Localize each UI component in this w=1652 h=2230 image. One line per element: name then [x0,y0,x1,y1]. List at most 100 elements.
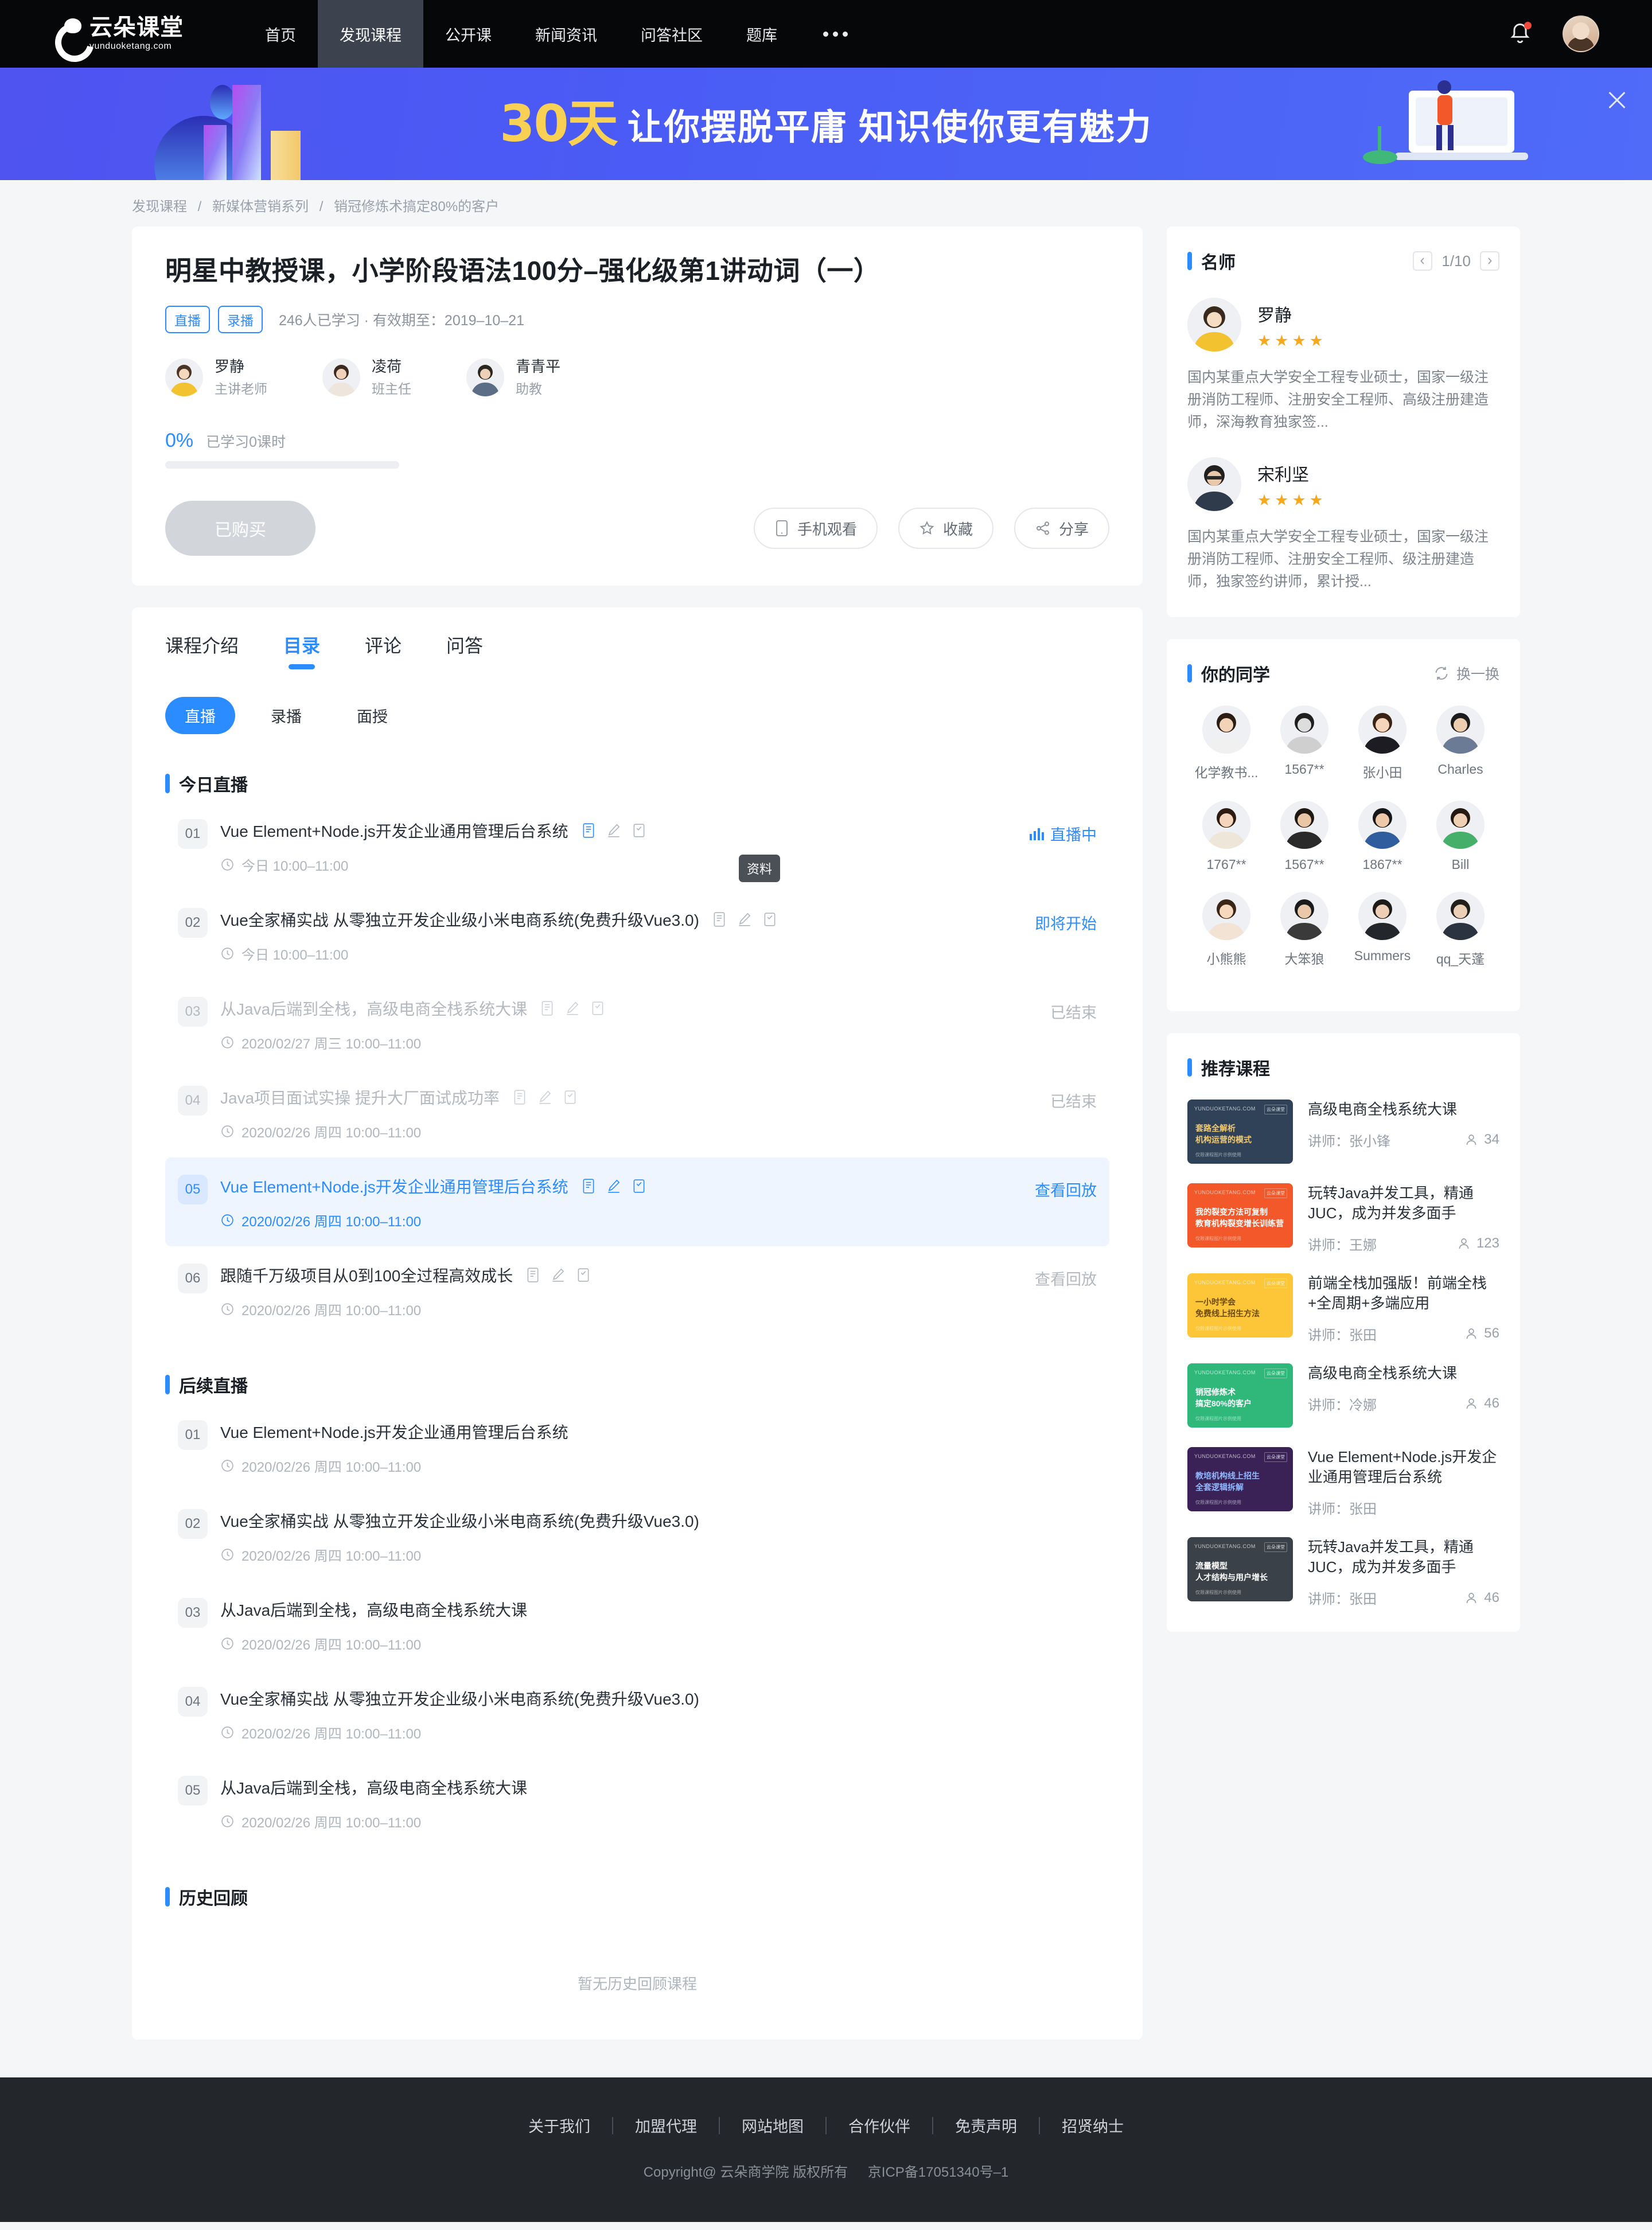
lesson-row[interactable]: 05 Vue Element+Node.js开发企业通用管理后台系统 2020/… [165,1157,1109,1247]
classmate-item[interactable]: Bill [1421,800,1499,872]
nav-item-qa-community[interactable]: 问答社区 [619,0,724,68]
classmate-item[interactable]: 1767** [1187,800,1265,872]
clock-icon [221,859,233,871]
footer-link[interactable]: 招贤纳士 [1040,2114,1146,2137]
classmate-item[interactable]: 1567** [1265,705,1343,781]
pen-icon[interactable] [737,911,752,927]
footer-link[interactable]: 加盟代理 [613,2114,719,2137]
lesson-title: 从Java后端到全栈，高级电商全栈系统大课 [220,1779,528,1798]
recommended-course-item[interactable]: YUNDUOKETANG.COM 云朵课堂 销冠修炼术 搞定80%的客户 仅限课… [1187,1363,1499,1428]
classmate-item[interactable]: 小熊熊 [1187,891,1265,968]
subtab-live[interactable]: 直播 [165,697,235,735]
doc-icon[interactable] [581,1178,596,1194]
close-icon[interactable] [1604,87,1630,114]
classmate-item[interactable]: Summers [1343,891,1421,968]
footer-link[interactable]: 网站地图 [720,2114,825,2137]
lesson-row[interactable]: 03 从Java后端到全栈，高级电商全栈系统大课 2020/02/26 周四 1… [165,1581,1109,1670]
tab-course-intro[interactable]: 课程介绍 [165,631,239,670]
favorite-button[interactable]: 收藏 [898,508,993,549]
promo-banner[interactable]: 30天 让你摆脱平庸 知识使你更有魅力 [0,68,1652,180]
lesson-time-label: 2020/02/27 周三 10:00–11:00 [241,1036,422,1052]
lesson-row[interactable]: 02 Vue全家桶实战 从零独立开发企业级小米电商系统(免费升级Vue3.0) … [165,1492,1109,1581]
course-thumbnail: YUNDUOKETANG.COM 云朵课堂 教培机构线上招生 全套逻辑拆解 仅限… [1187,1447,1293,1511]
breadcrumb-item-1[interactable]: 新媒体营销系列 [212,199,309,215]
breadcrumb-item-0[interactable]: 发现课程 [132,199,187,215]
clock-icon [221,1460,233,1472]
teacher-name: 青青平 [516,357,561,375]
footer-link[interactable]: 免责声明 [933,2114,1039,2137]
classmate-item[interactable]: 化学教书... [1187,705,1265,781]
tab-comments[interactable]: 评论 [365,631,402,670]
footer-link[interactable]: 关于我们 [506,2114,612,2137]
recommended-course-item[interactable]: YUNDUOKETANG.COM 云朵课堂 我的裂变方法可复制 教育机构裂变增长… [1187,1183,1499,1254]
classmate-item[interactable]: Charles [1421,705,1499,781]
doc-icon[interactable] [581,822,596,839]
nav-item-home[interactable]: 首页 [243,0,318,68]
lesson-row[interactable]: 05 从Java后端到全栈，高级电商全栈系统大课 2020/02/26 周四 1… [165,1759,1109,1847]
pen-icon[interactable] [537,1089,552,1105]
lesson-status[interactable]: 直播中 [1028,819,1097,845]
note-icon[interactable] [590,1000,605,1016]
lesson-row[interactable]: 03 从Java后端到全栈，高级电商全栈系统大课 2020/02/27 周三 1… [165,980,1109,1069]
footer-copyright: Copyright@ 云朵商学院 版权所有 京ICP备17051340号–1 [0,2161,1652,2181]
classmate-item[interactable]: 1567** [1265,800,1343,872]
nav-item-discover-courses[interactable]: 发现课程 [318,0,423,68]
classmate-item[interactable]: qq_天蓬 [1421,891,1499,968]
site-logo[interactable]: 云朵课堂 yunduoketang.com [52,15,184,53]
lesson-status[interactable]: 即将开始 [1035,908,1097,934]
teacher-item[interactable]: 凌荷 班主任 [322,357,411,398]
tab-catalog[interactable]: 目录 [283,631,320,670]
recommended-course-item[interactable]: YUNDUOKETANG.COM 云朵课堂 流量模型 人才结构与用户增长 仅限课… [1187,1537,1499,1608]
lesson-row[interactable]: 04 Vue全家桶实战 从零独立开发企业级小米电商系统(免费升级Vue3.0) … [165,1670,1109,1759]
course-thumbnail: YUNDUOKETANG.COM 云朵课堂 流量模型 人才结构与用户增长 仅限课… [1187,1537,1293,1602]
teacher-profile[interactable]: 罗静 ★ ★ ★ ★ 国内某重点大学安全工程专业硕士，国家一级注册消防工程师、注… [1187,298,1499,433]
tab-qa[interactable]: 问答 [446,631,483,670]
lesson-title: Vue全家桶实战 从零独立开发企业级小米电商系统(免费升级Vue3.0) [220,911,699,930]
recommended-course-item[interactable]: YUNDUOKETANG.COM 云朵课堂 套路全解析 机构运营的模式 仅限课程… [1187,1099,1499,1164]
lesson-row[interactable]: 06 跟随千万级项目从0到100全过程高效成长 2020/02/26 周四 10… [165,1246,1109,1335]
nav-item-news[interactable]: 新闻资讯 [513,0,619,68]
doc-icon[interactable] [712,911,727,927]
recommended-course-item[interactable]: YUNDUOKETANG.COM 云朵课堂 教培机构线上招生 全套逻辑拆解 仅限… [1187,1447,1499,1518]
teacher-item[interactable]: 罗静 主讲老师 [165,357,267,398]
bell-icon[interactable] [1507,21,1533,47]
subtab-recorded[interactable]: 录播 [251,697,321,734]
refresh-classmates-button[interactable]: 换一换 [1433,663,1499,684]
purchased-button[interactable]: 已购买 [165,501,315,556]
doc-icon[interactable] [525,1267,540,1283]
chevron-right-icon[interactable] [1480,251,1499,271]
note-icon[interactable] [632,822,646,839]
note-icon[interactable] [563,1089,578,1105]
doc-icon[interactable] [512,1089,527,1105]
lesson-row[interactable]: 01 Vue Element+Node.js开发企业通用管理后台系统 今日 10… [165,802,1109,891]
nav-item-question-bank[interactable]: 题库 [724,0,799,68]
lesson-status[interactable]: 查看回放 [1035,1175,1097,1200]
pen-icon[interactable] [606,1178,621,1194]
enrollment-count-value: 34 [1484,1132,1499,1148]
classmate-item[interactable]: 张小田 [1343,705,1421,781]
ellipsis-icon[interactable] [799,0,872,68]
share-button[interactable]: 分享 [1014,508,1109,549]
lesson-row[interactable]: 01 Vue Element+Node.js开发企业通用管理后台系统 2020/… [165,1403,1109,1492]
classmate-item[interactable]: 1867** [1343,800,1421,872]
note-icon[interactable] [632,1178,646,1194]
nav-item-open-courses[interactable]: 公开课 [423,0,513,68]
avatar[interactable] [1563,15,1599,52]
teacher-item[interactable]: 青青平 助教 [466,357,560,398]
chevron-left-icon[interactable] [1413,251,1433,271]
footer-link[interactable]: 合作伙伴 [827,2114,932,2137]
classmate-item[interactable]: 大笨狼 [1265,891,1343,968]
note-icon[interactable] [762,911,777,927]
teacher-profile[interactable]: 宋利坚 ★ ★ ★ ★ 国内某重点大学安全工程专业硕士，国家一级注册消防工程师、… [1187,457,1499,592]
note-icon[interactable] [576,1267,591,1283]
subtab-offline[interactable]: 面授 [337,697,407,734]
watch-on-phone-button[interactable]: 手机观看 [753,508,878,549]
recommended-course-item[interactable]: YUNDUOKETANG.COM 云朵课堂 一小时学会 免费线上招生方法 仅限课… [1187,1273,1499,1344]
pen-icon[interactable] [551,1267,566,1283]
doc-icon[interactable] [540,1000,555,1016]
lesson-row[interactable]: 02 Vue全家桶实战 从零独立开发企业级小米电商系统(免费升级Vue3.0) … [165,891,1109,980]
lesson-row[interactable]: 04 Java项目面试实操 提升大厂面试成功率 2020/02/26 周四 10… [165,1069,1109,1157]
pen-icon[interactable] [565,1000,580,1016]
lesson-time: 2020/02/26 周四 10:00–11:00 [220,1545,1097,1565]
pen-icon[interactable] [606,822,621,839]
